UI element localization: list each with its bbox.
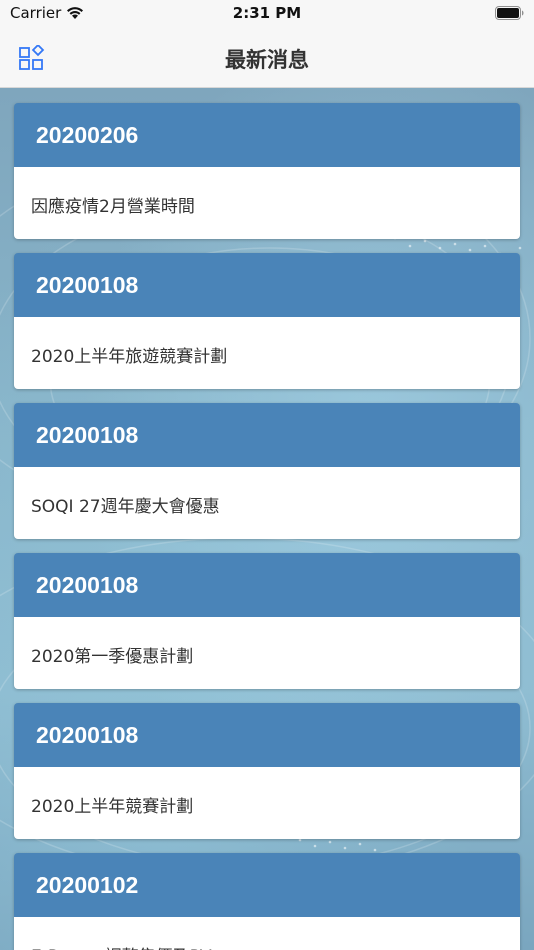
news-card[interactable]: 20200108 SOQI 27週年慶大會優惠 (14, 403, 520, 539)
news-date: 20200108 (14, 253, 520, 317)
news-title: E-Power 調整售價及PV (14, 917, 520, 950)
news-card[interactable]: 20200108 2020上半年競賽計劃 (14, 703, 520, 839)
news-date: 20200108 (14, 553, 520, 617)
status-time: 2:31 PM (232, 4, 302, 22)
news-card[interactable]: 20200206 因應疫情2月營業時間 (14, 103, 520, 239)
news-title: 2020第一季優惠計劃 (14, 617, 520, 689)
news-date: 20200108 (14, 703, 520, 767)
news-title: 2020上半年競賽計劃 (14, 767, 520, 839)
battery-icon (495, 6, 524, 20)
navigation-bar: 最新消息 (0, 28, 534, 88)
news-list-area[interactable]: 20200206 因應疫情2月營業時間 20200108 2020上半年旅遊競賽計劃 2… (0, 88, 534, 950)
news-title: SOQI 27週年慶大會優惠 (14, 467, 520, 539)
news-card[interactable]: 20200108 2020第一季優惠計劃 (14, 553, 520, 689)
news-card[interactable]: 20200108 2020上半年旅遊競賽計劃 (14, 253, 520, 389)
news-date: 20200108 (14, 403, 520, 467)
status-bar: Carrier 2:31 PM (0, 0, 534, 28)
news-title: 2020上半年旅遊競賽計劃 (14, 317, 520, 389)
news-card[interactable]: 20200102E-Power 調整售價及PV (14, 853, 520, 950)
news-date: 20200206 (14, 103, 520, 167)
app-screen: Carrier 2:31 PM 最新消息 20200206 因應疫情2月營業時間… (0, 0, 534, 950)
news-date: 20200102 (14, 853, 520, 917)
page-title: 最新消息 (225, 48, 309, 72)
news-title: 因應疫情2月營業時間 (14, 167, 520, 239)
